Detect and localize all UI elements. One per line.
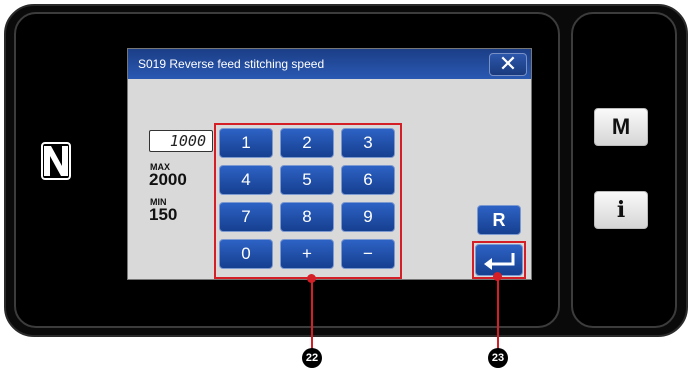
key-5[interactable]: 5 [280, 165, 334, 195]
callout-23: 23 [488, 348, 508, 368]
key-1[interactable]: 1 [219, 128, 273, 158]
plus-button[interactable]: + [280, 239, 334, 269]
keypad-callout-dot [307, 274, 316, 283]
enter-callout-line [497, 276, 499, 350]
side-button-panel [571, 12, 677, 328]
nfc-icon [41, 142, 71, 180]
dialog-title-bar: S019 Reverse feed stitching speed ✕ [128, 49, 531, 79]
callout-22: 22 [302, 348, 322, 368]
key-8[interactable]: 8 [280, 202, 334, 232]
min-value: 150 [149, 205, 178, 224]
enter-button[interactable] [475, 244, 523, 276]
info-button[interactable]: i [594, 191, 648, 229]
minus-button[interactable]: − [341, 239, 395, 269]
enter-callout-dot [493, 272, 502, 281]
keypad-callout-line [311, 278, 313, 350]
key-6[interactable]: 6 [341, 165, 395, 195]
dialog-title: S019 Reverse feed stitching speed [138, 57, 325, 71]
close-button[interactable]: ✕ [489, 53, 527, 76]
key-2[interactable]: 2 [280, 128, 334, 158]
max-value: 2000 [149, 170, 187, 189]
reset-button[interactable]: R [477, 205, 521, 235]
key-9[interactable]: 9 [341, 202, 395, 232]
menu-button[interactable]: M [594, 108, 648, 146]
enter-arrow-icon [484, 253, 515, 270]
key-0[interactable]: 0 [219, 239, 273, 269]
speed-value-display: 1000 [149, 130, 213, 152]
key-4[interactable]: 4 [219, 165, 273, 195]
key-3[interactable]: 3 [341, 128, 395, 158]
key-7[interactable]: 7 [219, 202, 273, 232]
reverse-feed-speed-dialog: S019 Reverse feed stitching speed ✕ 1000… [127, 48, 532, 280]
